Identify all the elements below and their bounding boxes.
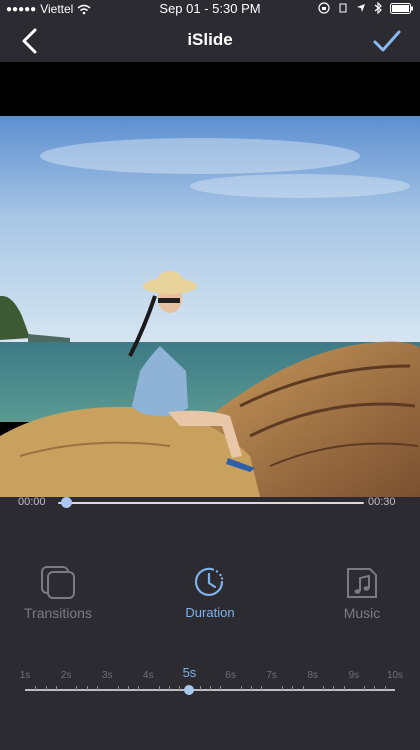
timeline-scrubber: 00:00 00:30 xyxy=(0,488,420,518)
page-title: iSlide xyxy=(187,30,233,49)
duration-tick-label[interactable]: 4s xyxy=(143,670,154,681)
transitions-label: Transitions xyxy=(24,605,92,621)
duration-minor-tick xyxy=(127,686,129,690)
duration-minor-tick xyxy=(261,686,263,690)
duration-tick-label[interactable]: 9s xyxy=(349,670,360,681)
status-bar: ●●●●● Viettel Sep 01 - 5:30 PM xyxy=(0,0,420,18)
duration-minor-tick xyxy=(179,686,181,690)
duration-tick-label[interactable]: 1s xyxy=(20,670,31,681)
duration-minor-tick xyxy=(117,686,119,690)
music-icon xyxy=(347,568,377,598)
duration-minor-tick xyxy=(281,686,283,690)
duration-minor-tick xyxy=(251,686,253,690)
duration-tick-label[interactable]: 7s xyxy=(266,670,277,681)
duration-minor-tick xyxy=(86,686,88,690)
duration-minor-tick xyxy=(158,686,160,690)
duration-minor-tick xyxy=(240,686,242,690)
duration-tick-label[interactable]: 2s xyxy=(61,670,72,681)
duration-minor-tick xyxy=(364,686,366,690)
orientation-lock-icon xyxy=(318,2,330,14)
time-end: 00:30 xyxy=(368,496,396,508)
duration-minor-tick xyxy=(323,686,325,690)
duration-minor-tick xyxy=(76,686,78,690)
duration-tick-label[interactable]: 10s xyxy=(387,670,403,681)
time-start: 00:00 xyxy=(18,496,46,508)
timeline-track[interactable] xyxy=(58,497,364,508)
duration-tick-label[interactable]: 6s xyxy=(225,670,236,681)
location-icon xyxy=(357,4,365,12)
transitions-icon xyxy=(41,566,75,599)
preview-photo xyxy=(0,116,420,497)
tool-bar: Transitions Duration Music xyxy=(0,560,420,630)
music-label: Music xyxy=(343,605,381,621)
duration-minor-tick xyxy=(333,686,335,690)
duration-minor-tick xyxy=(96,686,98,690)
duration-minor-tick xyxy=(302,686,304,690)
duration-tick-label[interactable]: 8s xyxy=(307,670,318,681)
confirm-button[interactable] xyxy=(372,26,402,56)
nav-bar: iSlide xyxy=(0,18,420,62)
duration-minor-tick xyxy=(220,686,222,690)
timeline-handle[interactable] xyxy=(61,497,73,508)
duration-minor-tick xyxy=(35,686,37,690)
music-tab[interactable]: Music xyxy=(312,565,412,621)
battery-icon xyxy=(390,2,413,14)
alarm-icon xyxy=(339,3,347,13)
duration-minor-tick xyxy=(374,686,376,690)
transitions-tab[interactable]: Transitions xyxy=(8,565,108,621)
duration-minor-tick xyxy=(138,686,140,690)
duration-minor-tick xyxy=(199,686,201,690)
bluetooth-icon xyxy=(374,2,382,14)
duration-minor-tick xyxy=(343,686,345,690)
duration-tick-label[interactable]: 3s xyxy=(102,670,113,681)
duration-minor-tick xyxy=(45,686,47,690)
video-preview[interactable] xyxy=(0,62,420,497)
duration-tick-label[interactable]: 5s xyxy=(183,665,197,680)
duration-minor-tick xyxy=(292,686,294,690)
duration-slider[interactable]: 1s 2s 3s 4s 5s 6s 7s 8s 9s 10s xyxy=(0,660,420,710)
duration-minor-tick xyxy=(210,686,211,690)
duration-icon xyxy=(194,567,224,596)
duration-minor-tick xyxy=(168,686,170,690)
duration-label: Duration xyxy=(185,605,235,620)
duration-minor-tick xyxy=(55,686,57,690)
duration-handle[interactable] xyxy=(184,685,195,695)
duration-minor-tick xyxy=(384,686,386,690)
duration-tab[interactable]: Duration xyxy=(160,565,260,620)
